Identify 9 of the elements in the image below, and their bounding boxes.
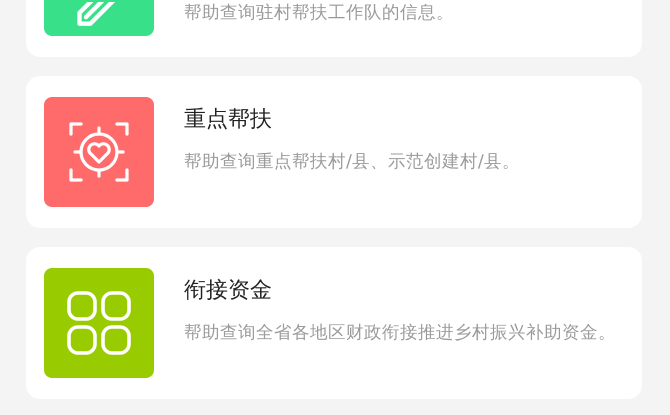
card-background[interactable]: 衔接资金 帮助查询全省各地区财政衔接推进乡村振兴补助资金。 [26, 247, 642, 399]
card-background[interactable]: 重点帮扶 帮助查询重点帮扶村/县、示范创建村/县。 [26, 76, 642, 228]
target-heart-icon [67, 120, 131, 184]
card-description: 帮助查询全省各地区财政衔接推进乡村振兴补助资金。 [184, 322, 616, 345]
card-title: 重点帮扶 [184, 106, 273, 134]
card-description: 帮助查询驻村帮扶工作队的信息。 [184, 2, 454, 25]
grid-icon [67, 291, 131, 355]
card-description: 帮助查询重点帮扶村/县、示范创建村/县。 [184, 151, 520, 174]
card-title: 衔接资金 [184, 277, 273, 305]
